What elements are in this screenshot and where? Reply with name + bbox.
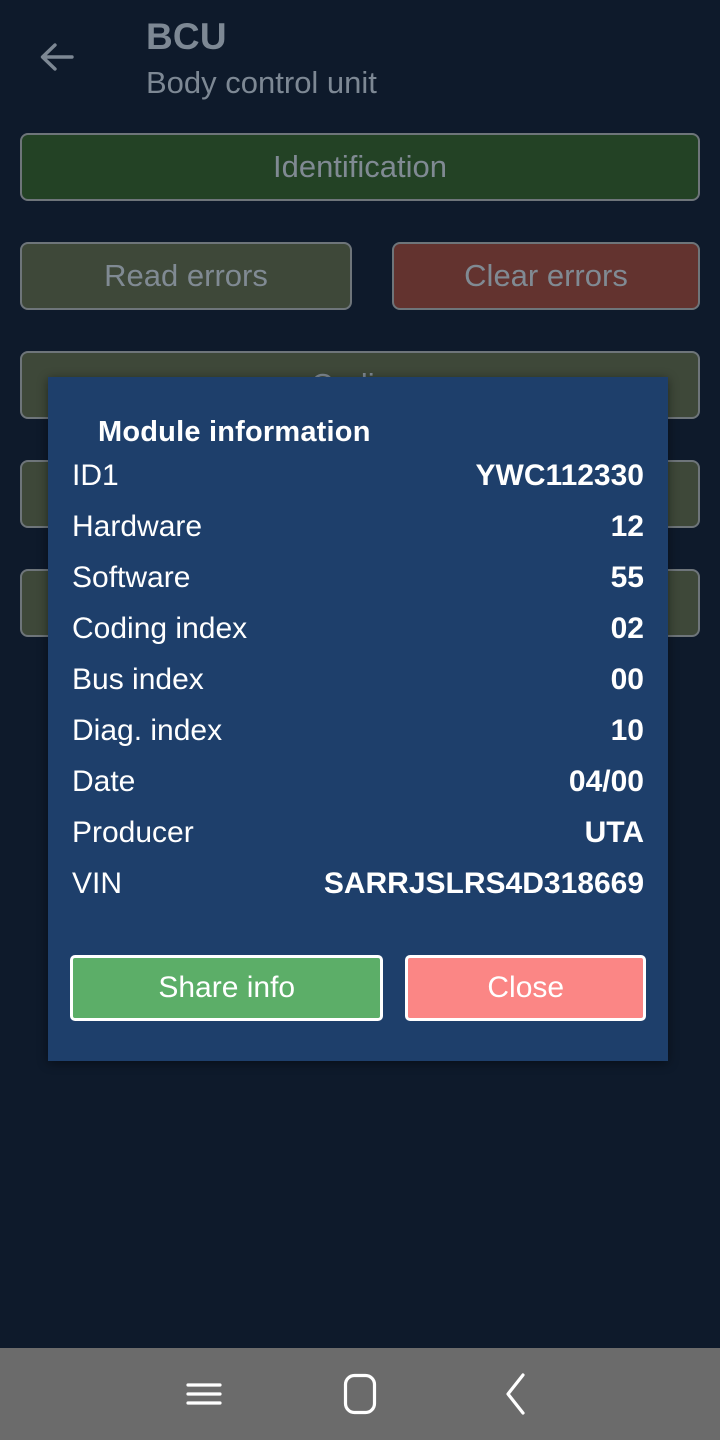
page-subtitle: Body control unit (146, 65, 377, 100)
identification-button[interactable]: Identification (20, 133, 700, 201)
info-row-value: 04/00 (568, 765, 644, 798)
info-row-label: Date (72, 765, 136, 798)
arrow-left-icon[interactable] (34, 34, 80, 80)
info-row: Bus index 00 (72, 663, 644, 714)
info-row-label: Bus index (72, 663, 204, 696)
info-row-value: 55 (610, 561, 644, 594)
title-block: BCU Body control unit (146, 14, 377, 104)
info-row-value: YWC112330 (475, 459, 644, 492)
read-errors-button[interactable]: Read errors (20, 242, 352, 310)
app-screen: BCU Body control unit Identification Rea… (0, 0, 720, 1350)
info-row: Coding index 02 (72, 612, 644, 663)
info-row-value: 00 (610, 663, 644, 696)
info-row-value: 02 (610, 612, 644, 645)
info-row-label: Producer (72, 816, 194, 849)
home-square-icon[interactable] (300, 1348, 420, 1440)
clear-errors-button[interactable]: Clear errors (392, 242, 700, 310)
info-row-label: Hardware (72, 510, 203, 543)
info-row: Date 04/00 (72, 765, 644, 816)
info-row-value: SARRJSLRS4D318669 (323, 867, 644, 900)
info-row-value: 12 (610, 510, 644, 543)
page-title: BCU (146, 16, 227, 57)
info-row-label: VIN (72, 867, 123, 900)
clear-errors-button-label: Clear errors (464, 258, 628, 293)
info-row-value: 10 (610, 714, 644, 747)
module-information-list: ID1 YWC112330 Hardware 12 Software 55 Co… (72, 459, 644, 918)
info-row: ID1 YWC112330 (72, 459, 644, 510)
read-errors-button-label: Read errors (104, 258, 268, 293)
info-row-label: Coding index (72, 612, 248, 645)
info-row: VIN SARRJSLRS4D318669 (72, 867, 644, 918)
info-row: Hardware 12 (72, 510, 644, 561)
info-row-value: UTA (584, 816, 644, 849)
share-info-button-label: Share info (158, 971, 296, 1004)
menu-icon[interactable] (144, 1348, 264, 1440)
info-row-label: ID1 (72, 459, 119, 492)
system-navigation-bar (0, 1348, 720, 1440)
info-row: Diag. index 10 (72, 714, 644, 765)
info-row-label: Diag. index (72, 714, 223, 747)
info-row-label: Software (72, 561, 191, 594)
module-information-dialog: Module information ID1 YWC112330 Hardwar… (48, 377, 668, 1061)
dialog-title: Module information (98, 416, 371, 448)
close-button-label: Close (487, 971, 565, 1004)
identification-button-label: Identification (272, 149, 448, 184)
app-header: BCU Body control unit (0, 0, 720, 120)
dialog-actions: Share info Close (70, 955, 646, 1025)
info-row: Producer UTA (72, 816, 644, 867)
close-button[interactable]: Close (405, 955, 646, 1021)
share-info-button[interactable]: Share info (70, 955, 384, 1021)
chevron-left-icon[interactable] (456, 1348, 576, 1440)
info-row: Software 55 (72, 561, 644, 612)
